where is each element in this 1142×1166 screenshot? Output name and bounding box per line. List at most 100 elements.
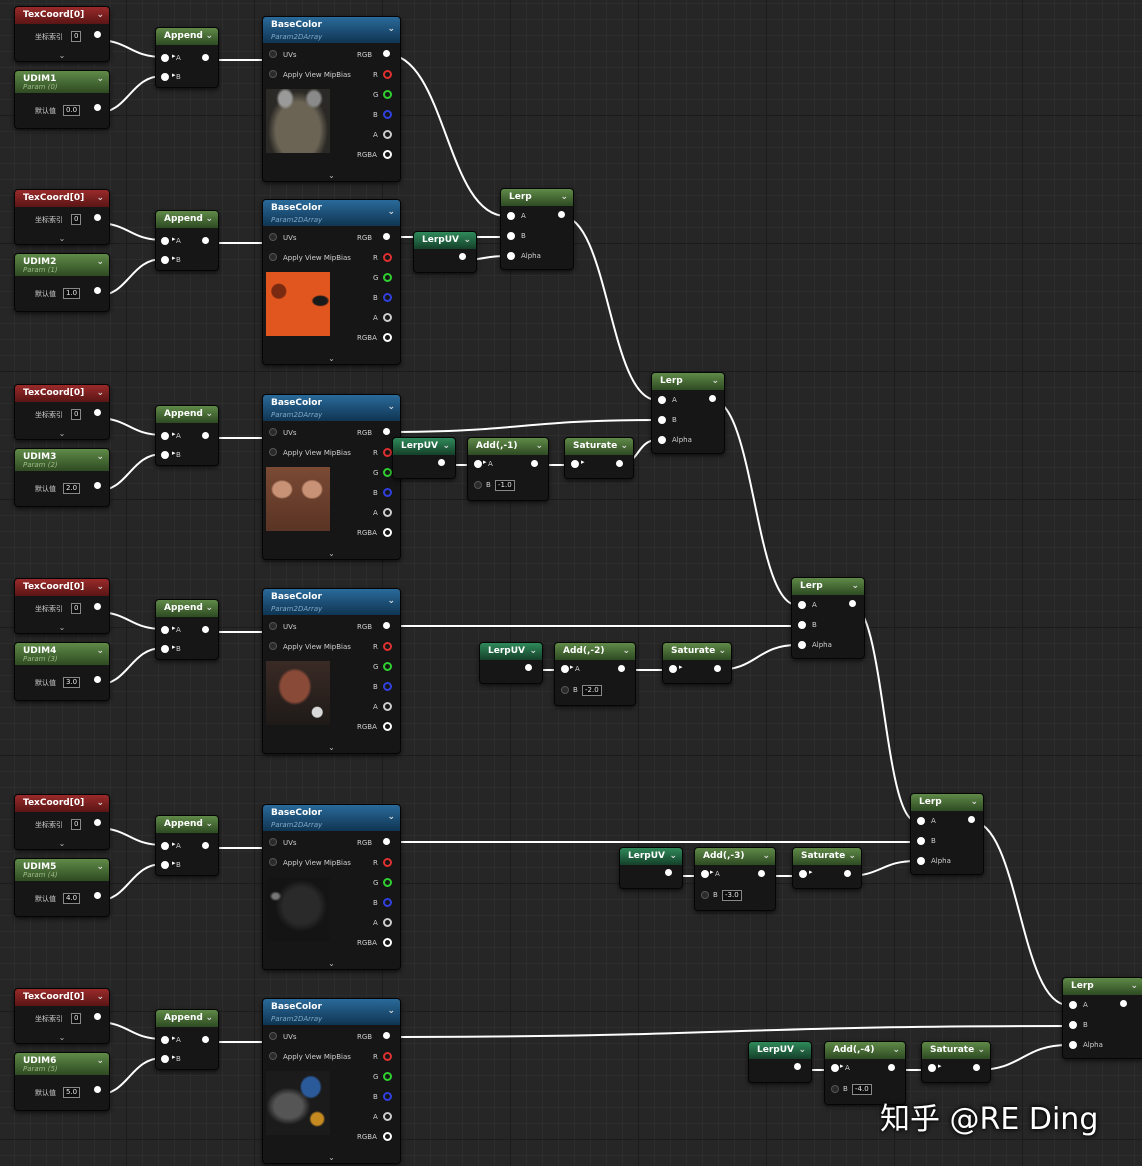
add-b-value[interactable]: -1.0	[495, 480, 515, 491]
node-header[interactable]: Saturate ⌄	[565, 438, 633, 455]
r-output-pin[interactable]	[383, 642, 392, 651]
a-output-pin[interactable]	[383, 130, 392, 139]
expand-arrow-icon[interactable]: ⌄	[263, 959, 400, 969]
lerp-input-b[interactable]	[658, 416, 666, 424]
node-header[interactable]: Add(,-4) ⌄	[825, 1042, 905, 1059]
texture-sample-node[interactable]: BaseColor Param2DArray ⌄ UVs RGB Apply View M…	[262, 804, 401, 970]
r-output-pin[interactable]	[383, 858, 392, 867]
append-input-b[interactable]	[161, 645, 169, 653]
udim-output-pin[interactable]	[94, 1086, 101, 1093]
add-b-value[interactable]: -2.0	[582, 685, 602, 696]
udim-param-node[interactable]: UDIM5 Param (4) ⌄ 默认值 4.0	[14, 858, 110, 917]
chevron-down-icon[interactable]: ⌄	[620, 438, 628, 455]
r-output-pin[interactable]	[383, 448, 392, 457]
a-output-pin[interactable]	[383, 1112, 392, 1121]
node-header[interactable]: Saturate ⌄	[793, 848, 861, 865]
expand-arrow-icon[interactable]: ⌄	[263, 743, 400, 753]
texture-sample-node[interactable]: BaseColor Param2DArray ⌄ UVs RGB Apply View M…	[262, 394, 401, 560]
append-output-pin[interactable]	[202, 626, 209, 633]
a-output-pin[interactable]	[383, 508, 392, 517]
lerpuv-output-pin[interactable]	[438, 459, 445, 466]
node-header[interactable]: Append ⌄	[156, 1010, 218, 1027]
lerpuv-node[interactable]: LerpUV ⌄	[479, 642, 543, 684]
chevron-down-icon[interactable]: ⌄	[96, 795, 104, 812]
chevron-down-icon[interactable]: ⌄	[387, 593, 395, 610]
chevron-down-icon[interactable]: ⌄	[96, 7, 104, 24]
lerp-node[interactable]: Lerp ⌄ A B Alpha	[1062, 977, 1142, 1059]
udim-output-pin[interactable]	[94, 676, 101, 683]
lerpuv-output-pin[interactable]	[459, 253, 466, 260]
expand-arrow-icon[interactable]: ⌄	[15, 1033, 109, 1043]
texcoord-output-pin[interactable]	[94, 31, 101, 38]
mipbias-input-pin[interactable]	[269, 1052, 277, 1060]
add-output-pin[interactable]	[888, 1064, 895, 1071]
saturate-output-pin[interactable]	[714, 665, 721, 672]
lerp-input-b[interactable]	[1069, 1021, 1077, 1029]
node-header[interactable]: UDIM1 Param (0) ⌄	[15, 71, 109, 93]
lerpuv-node[interactable]: LerpUV ⌄	[413, 231, 477, 273]
append-input-a[interactable]	[161, 54, 169, 62]
lerp-node[interactable]: Lerp ⌄ A B Alpha	[651, 372, 725, 454]
b-output-pin[interactable]	[383, 1092, 392, 1101]
append-input-a[interactable]	[161, 1036, 169, 1044]
expand-arrow-icon[interactable]: ⌄	[263, 549, 400, 559]
lerp-input-alpha[interactable]	[917, 857, 925, 865]
append-input-b[interactable]	[161, 256, 169, 264]
texture-sample-node[interactable]: BaseColor Param2DArray ⌄ UVs RGB Apply View M…	[262, 199, 401, 365]
chevron-down-icon[interactable]: ⌄	[977, 1042, 985, 1059]
rgb-output-pin[interactable]	[383, 50, 390, 57]
append-input-b[interactable]	[161, 1055, 169, 1063]
append-input-a[interactable]	[161, 237, 169, 245]
add-input-a[interactable]	[701, 870, 709, 878]
lerpuv-output-pin[interactable]	[665, 869, 672, 876]
chevron-down-icon[interactable]: ⌄	[669, 848, 677, 865]
chevron-down-icon[interactable]: ⌄	[387, 21, 395, 38]
udim-output-pin[interactable]	[94, 892, 101, 899]
chevron-down-icon[interactable]: ⌄	[622, 643, 630, 660]
add-node[interactable]: Add(,-3) ⌄ ▸ A B -3.0	[694, 847, 776, 911]
node-header[interactable]: Saturate ⌄	[663, 643, 731, 660]
g-output-pin[interactable]	[383, 468, 392, 477]
node-header[interactable]: Add(,-3) ⌄	[695, 848, 775, 865]
saturate-output-pin[interactable]	[616, 460, 623, 467]
coord-index-value[interactable]: 0	[71, 603, 82, 614]
append-node[interactable]: Append ⌄ ▸ A ▸ B	[155, 405, 219, 466]
a-output-pin[interactable]	[383, 702, 392, 711]
expand-arrow-icon[interactable]: ⌄	[15, 839, 109, 849]
saturate-node[interactable]: Saturate ⌄ ▸	[662, 642, 732, 684]
rgba-output-pin[interactable]	[383, 1132, 392, 1141]
node-header[interactable]: Lerp ⌄	[911, 794, 983, 811]
saturate-input-pin[interactable]	[571, 460, 579, 468]
chevron-down-icon[interactable]: ⌄	[205, 28, 213, 45]
lerpuv-output-pin[interactable]	[794, 1063, 801, 1070]
node-header[interactable]: BaseColor Param2DArray ⌄	[263, 200, 400, 226]
udim-output-pin[interactable]	[94, 104, 101, 111]
node-header[interactable]: LerpUV ⌄	[414, 232, 476, 249]
chevron-down-icon[interactable]: ⌄	[387, 204, 395, 221]
chevron-down-icon[interactable]: ⌄	[96, 254, 104, 271]
rgba-output-pin[interactable]	[383, 333, 392, 342]
g-output-pin[interactable]	[383, 878, 392, 887]
node-header[interactable]: Lerp ⌄	[652, 373, 724, 390]
node-header[interactable]: Lerp ⌄	[1063, 978, 1142, 995]
chevron-down-icon[interactable]: ⌄	[798, 1042, 806, 1059]
node-header[interactable]: TexCoord[0] ⌄	[15, 795, 109, 812]
node-header[interactable]: BaseColor Param2DArray ⌄	[263, 589, 400, 615]
udim-default-value[interactable]: 2.0	[63, 483, 81, 494]
chevron-down-icon[interactable]: ⌄	[96, 579, 104, 596]
rgb-output-pin[interactable]	[383, 233, 390, 240]
chevron-down-icon[interactable]: ⌄	[718, 643, 726, 660]
rgba-output-pin[interactable]	[383, 938, 392, 947]
chevron-down-icon[interactable]: ⌄	[96, 643, 104, 660]
texcoord-output-pin[interactable]	[94, 819, 101, 826]
saturate-node[interactable]: Saturate ⌄ ▸	[564, 437, 634, 479]
lerp-input-a[interactable]	[507, 212, 515, 220]
lerp-output-pin[interactable]	[1120, 1000, 1127, 1007]
add-input-b[interactable]	[474, 481, 482, 489]
uvs-input-pin[interactable]	[269, 50, 277, 58]
node-header[interactable]: UDIM5 Param (4) ⌄	[15, 859, 109, 881]
r-output-pin[interactable]	[383, 70, 392, 79]
chevron-down-icon[interactable]: ⌄	[463, 232, 471, 249]
lerp-input-a[interactable]	[917, 817, 925, 825]
append-output-pin[interactable]	[202, 432, 209, 439]
